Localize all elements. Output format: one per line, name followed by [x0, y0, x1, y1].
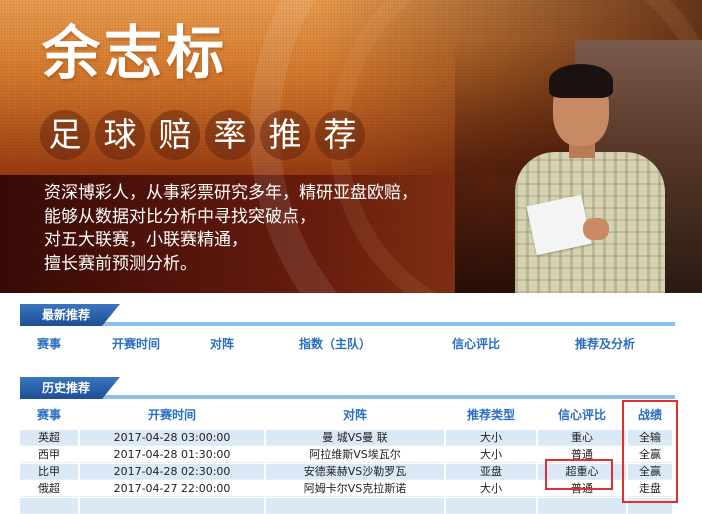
banner-subtitle: 足 球 赔 率 推 荐 — [34, 110, 365, 162]
cell-type: 大小 — [446, 481, 536, 497]
expert-photo — [455, 40, 702, 293]
expert-intro: 资深博彩人，从事彩票研究多年，精研亚盘欧赔， 能够从数据对比分析中寻找突破点， … — [44, 182, 418, 276]
cell-time: 2017-04-28 01:30:00 — [80, 447, 264, 463]
cell-league: 英超 — [20, 430, 78, 446]
table-row[interactable]: 英超 2017-04-28 03:00:00 曼 城VS曼 联 大小 重心 全输 — [20, 430, 675, 446]
cell-confidence: 重心 — [538, 430, 626, 446]
highlight-box-results — [622, 400, 678, 503]
cell-type: 大小 — [446, 430, 536, 446]
intro-line: 资深博彩人，从事彩票研究多年，精研亚盘欧赔， — [44, 183, 418, 203]
intro-line: 能够从数据对比分析中寻找突破点， — [44, 206, 316, 227]
col-header-match: 对阵 — [209, 337, 234, 351]
cell-league: 俄超 — [20, 481, 78, 497]
col-header-time: 开赛时间 — [111, 337, 160, 351]
cell-type: 大小 — [446, 447, 536, 463]
cell-league: 西甲 — [20, 447, 78, 463]
cell-type: 亚盘 — [446, 464, 536, 480]
section-rule — [20, 395, 675, 399]
cell-match: 阿姆卡尔VS克拉斯诺 — [266, 481, 444, 497]
col-header-league: 赛事 — [36, 337, 61, 351]
cell-time: 2017-04-27 22:00:00 — [80, 481, 264, 497]
section-header: 最新推荐 — [20, 304, 675, 326]
section-header: 历史推荐 — [20, 377, 675, 399]
highlight-box-confidence — [545, 459, 613, 490]
subtitle-char: 率 — [205, 110, 255, 160]
col-header-analysis: 推荐及分析 — [574, 337, 635, 351]
history-column-headers: 赛事 开赛时间 对阵 推荐类型 信心评比 战绩 — [20, 405, 675, 425]
history-recommendations-section: 历史推荐 赛事 开赛时间 对阵 推荐类型 信心评比 战绩 英超 2017-04-… — [20, 377, 675, 514]
section-rule — [20, 322, 675, 326]
subtitle-char: 足 — [40, 110, 90, 160]
col-header-league: 赛事 — [36, 408, 61, 422]
cell-match: 曼 城VS曼 联 — [266, 430, 444, 446]
intro-line: 对五大联赛，小联赛精通， — [44, 230, 248, 250]
cell-time: 2017-04-28 03:00:00 — [80, 430, 264, 446]
table-row-partial — [20, 498, 675, 514]
subtitle-char: 球 — [95, 110, 145, 160]
subtitle-char: 荐 — [315, 110, 365, 160]
subtitle-char: 赔 — [150, 110, 200, 160]
cell-match: 阿拉维斯VS埃瓦尔 — [266, 447, 444, 463]
col-header-time: 开赛时间 — [147, 408, 196, 422]
hero-banner: 余志标 足 球 赔 率 推 荐 资深博彩人，从事彩票研究多年，精研亚盘欧赔， 能… — [0, 0, 702, 293]
cell-time: 2017-04-28 02:30:00 — [80, 464, 264, 480]
expert-name: 余志标 — [42, 19, 229, 87]
col-header-type: 推荐类型 — [466, 408, 515, 422]
cell-league: 比甲 — [20, 464, 78, 480]
col-header-confidence: 信心评比 — [451, 337, 500, 351]
intro-line: 擅长赛前预测分析。 — [44, 253, 197, 274]
col-header-match: 对阵 — [342, 408, 367, 422]
subtitle-char: 推 — [260, 110, 310, 160]
cell-match: 安德莱赫VS沙勒罗瓦 — [266, 464, 444, 480]
latest-recommendations-section: 最新推荐 赛事 开赛时间 对阵 指数（主队） 信心评比 推荐及分析 — [20, 304, 675, 351]
col-header-index: 指数（主队） — [298, 337, 371, 351]
latest-column-headers: 赛事 开赛时间 对阵 指数（主队） 信心评比 推荐及分析 — [20, 334, 675, 354]
col-header-confidence: 信心评比 — [557, 408, 606, 422]
